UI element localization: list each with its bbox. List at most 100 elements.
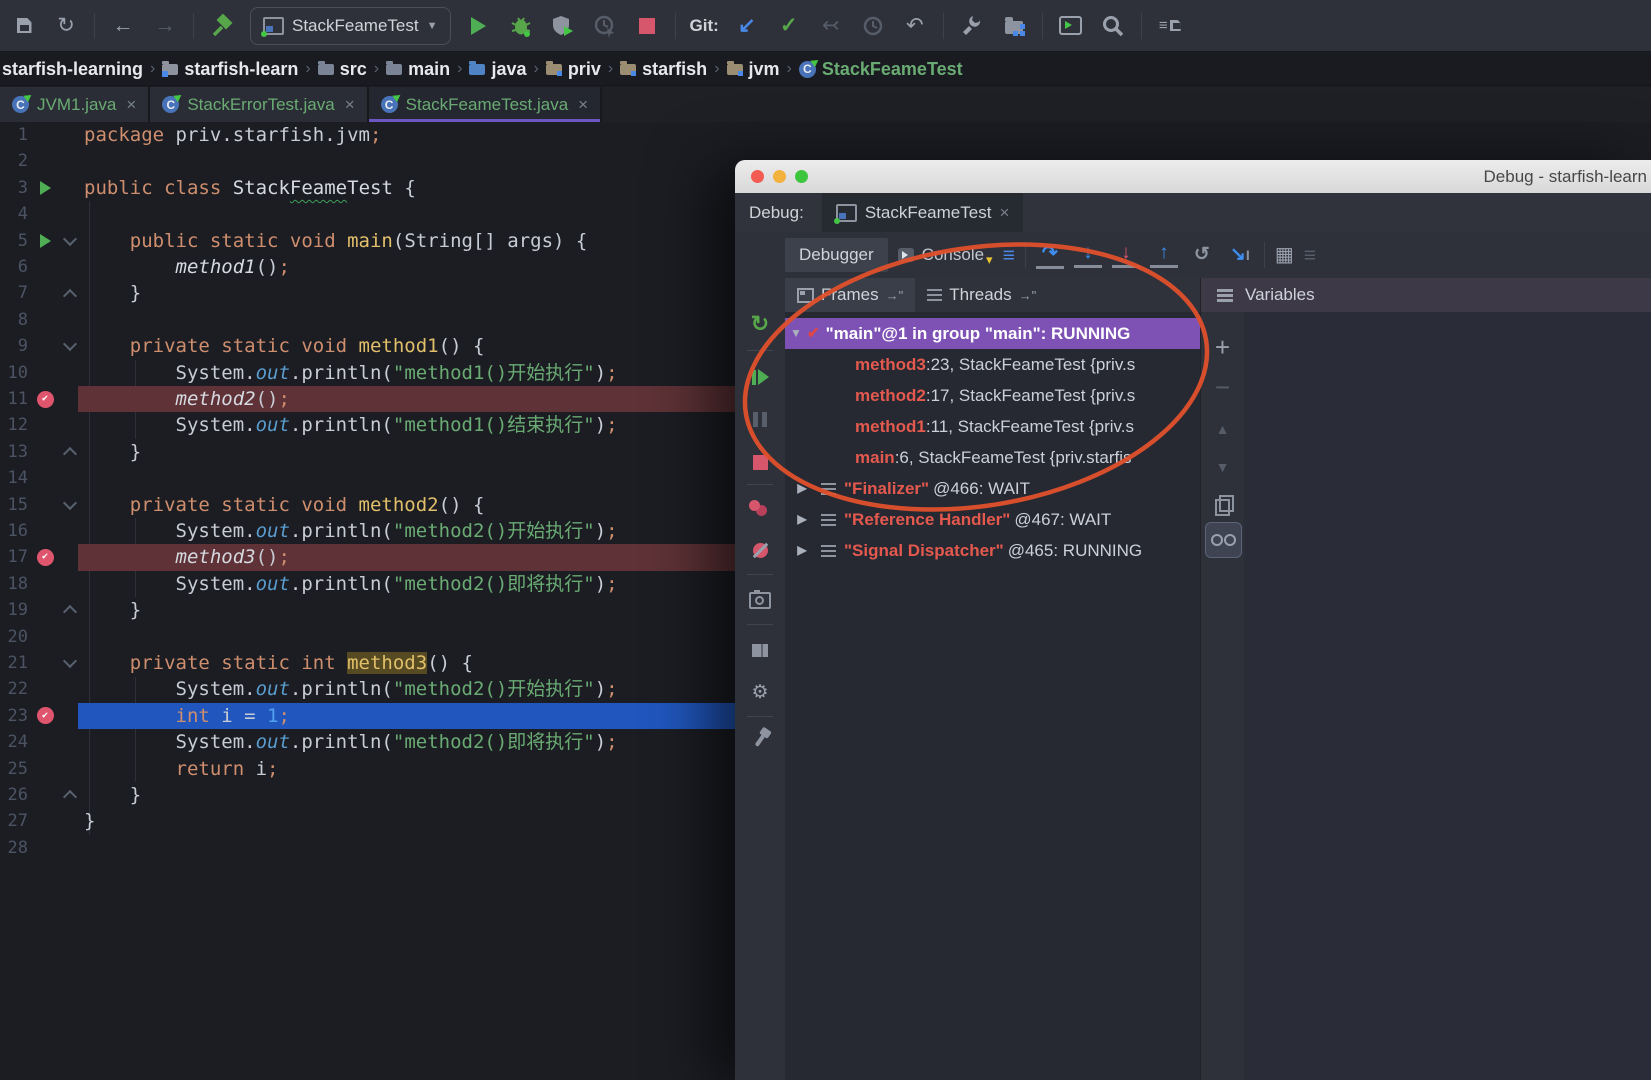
move-down-button[interactable]: ▼ xyxy=(1201,450,1244,484)
move-up-button[interactable]: ▲ xyxy=(1201,412,1244,446)
step-out-button[interactable]: ↑ xyxy=(1150,242,1178,268)
editor-tab[interactable]: CStackFeameTest.java× xyxy=(369,87,602,122)
debug-window-titlebar[interactable]: Debug - starfish-learn xyxy=(735,160,1651,194)
history-button[interactable] xyxy=(859,11,887,41)
breadcrumb-item[interactable]: starfish xyxy=(620,59,707,80)
breadcrumb-item[interactable]: jvm xyxy=(727,59,780,80)
stop-debug-button[interactable] xyxy=(735,446,785,478)
breadcrumb-item[interactable]: src xyxy=(318,59,367,80)
gutter-slot xyxy=(33,676,57,702)
breadcrumb-item[interactable]: java xyxy=(469,59,526,80)
tab-threads[interactable]: Threads →" xyxy=(915,278,1048,312)
tab-frames[interactable]: Frames →" xyxy=(785,278,915,312)
save-all-button[interactable]: ≡ xyxy=(1156,11,1184,41)
run-icon[interactable] xyxy=(40,234,51,248)
expander-down-icon[interactable]: ▼ xyxy=(785,318,807,349)
breadcrumb-item[interactable]: priv xyxy=(546,59,601,80)
thread-row[interactable]: ▶"Signal Dispatcher"@465: RUNNING xyxy=(785,535,1200,566)
thread-dump-button[interactable] xyxy=(735,584,785,616)
rollback-button[interactable]: ↶ xyxy=(901,11,929,41)
close-window-button[interactable] xyxy=(751,170,764,183)
thread-row[interactable]: ▶"Finalizer"@466: WAIT xyxy=(785,473,1200,504)
minimize-window-button[interactable] xyxy=(773,170,786,183)
stack-frame-row[interactable]: method2:17, StackFeameTest {priv.s xyxy=(785,380,1200,411)
fold-icon[interactable] xyxy=(63,654,77,668)
settings-button[interactable] xyxy=(958,11,986,41)
drop-frame-button[interactable]: ↺ xyxy=(1188,243,1216,267)
build-button[interactable] xyxy=(208,11,236,41)
rerun-button[interactable]: ↻ xyxy=(735,308,785,340)
breakpoint-icon[interactable]: ✔ xyxy=(37,549,54,566)
thread-row[interactable]: ▶"Reference Handler"@467: WAIT xyxy=(785,504,1200,535)
show-watches-button[interactable] xyxy=(1205,522,1242,558)
close-icon[interactable]: × xyxy=(126,95,136,115)
tab-debugger[interactable]: Debugger xyxy=(785,238,888,272)
close-icon[interactable]: × xyxy=(999,203,1009,223)
back-button[interactable]: ← xyxy=(109,11,137,41)
expander-right-icon[interactable]: ▶ xyxy=(791,535,813,566)
settings-gear-button[interactable]: ⚙ xyxy=(735,676,785,708)
fold-icon[interactable] xyxy=(63,496,77,510)
breadcrumb-item[interactable]: CStackFeameTest xyxy=(799,59,963,80)
debug-session-tab[interactable]: StackFeameTest × xyxy=(822,193,1024,232)
editor-tab[interactable]: CJVM1.java× xyxy=(0,87,150,122)
fold-icon[interactable] xyxy=(63,605,77,619)
debug-window: Debug - starfish-learn Debug: StackFeame… xyxy=(735,160,1651,1080)
breakpoint-icon[interactable]: ✔ xyxy=(37,707,54,724)
commit-button[interactable]: ✓ xyxy=(775,11,803,41)
step-over-button[interactable]: ↷ xyxy=(1036,242,1064,269)
run-anything-button[interactable] xyxy=(1057,11,1085,41)
breadcrumb-item[interactable]: starfish-learning xyxy=(2,59,143,80)
forward-button[interactable]: → xyxy=(151,11,179,41)
run-config-selector[interactable]: StackFeameTest ▼ xyxy=(250,7,451,45)
breadcrumb-item[interactable]: main xyxy=(386,59,450,80)
sync-button[interactable]: ↻ xyxy=(52,11,80,41)
stack-frame-row[interactable]: method1:11, StackFeameTest {priv.s xyxy=(785,411,1200,442)
save-button[interactable] xyxy=(10,11,38,41)
pause-button[interactable] xyxy=(735,403,785,435)
run-button[interactable] xyxy=(465,11,493,41)
tab-console[interactable]: Console ▾ xyxy=(898,242,993,268)
add-watch-button[interactable]: + xyxy=(1201,330,1244,364)
stop-button[interactable] xyxy=(633,11,661,41)
resume-button[interactable] xyxy=(735,361,785,393)
force-step-into-button[interactable]: ↓ xyxy=(1112,242,1140,268)
search-everywhere-button[interactable] xyxy=(1099,11,1127,41)
stack-frame-row[interactable]: method3:23, StackFeameTest {priv.s xyxy=(785,349,1200,380)
fold-icon[interactable] xyxy=(63,232,77,246)
step-into-button[interactable]: ↓ xyxy=(1074,242,1102,268)
fold-slot xyxy=(62,439,78,465)
stack-frame-row[interactable]: main:6, StackFeameTest {priv.starfis xyxy=(785,442,1200,473)
duplicate-watch-button[interactable] xyxy=(1201,490,1244,524)
code-text: System.out.println("method1()开始执行"); xyxy=(84,360,618,386)
fold-icon[interactable] xyxy=(63,337,77,351)
profiler-button[interactable] xyxy=(591,11,619,41)
mute-breakpoints-button[interactable] xyxy=(735,534,785,566)
view-breakpoints-button[interactable] xyxy=(735,491,785,523)
fold-icon[interactable] xyxy=(63,447,77,461)
pin-button[interactable] xyxy=(735,724,785,756)
expander-right-icon[interactable]: ▶ xyxy=(791,473,813,504)
close-icon[interactable]: × xyxy=(578,95,588,115)
layout-button[interactable] xyxy=(735,634,785,666)
evaluate-expression-button[interactable]: ▦ xyxy=(1275,245,1294,265)
editor-tab[interactable]: CStackErrorTest.java× xyxy=(150,87,368,122)
breadcrumb-item[interactable]: starfish-learn xyxy=(162,59,298,80)
sort-frames-icon[interactable]: ≡ xyxy=(1003,245,1015,266)
project-structure-button[interactable] xyxy=(1000,11,1028,41)
expander-right-icon[interactable]: ▶ xyxy=(791,504,813,535)
fold-icon[interactable] xyxy=(63,790,77,804)
remove-watch-button[interactable]: − xyxy=(1201,370,1244,404)
cherry-pick-button[interactable]: ↢ xyxy=(817,11,845,41)
coverage-button[interactable] xyxy=(549,11,577,41)
close-icon[interactable]: × xyxy=(345,95,355,115)
run-icon[interactable] xyxy=(40,181,51,195)
restore-layout-button[interactable]: ≡ xyxy=(1304,245,1316,266)
fold-icon[interactable] xyxy=(63,289,77,303)
breakpoint-icon[interactable]: ✔ xyxy=(37,391,54,408)
run-to-cursor-button[interactable]: ↘I xyxy=(1226,243,1254,267)
update-project-button[interactable]: ↙ xyxy=(733,11,761,41)
thread-row-selected[interactable]: ▼✔"main"@1 in group "main": RUNNING xyxy=(785,318,1200,349)
zoom-window-button[interactable] xyxy=(795,170,808,183)
debug-button[interactable] xyxy=(507,11,535,41)
